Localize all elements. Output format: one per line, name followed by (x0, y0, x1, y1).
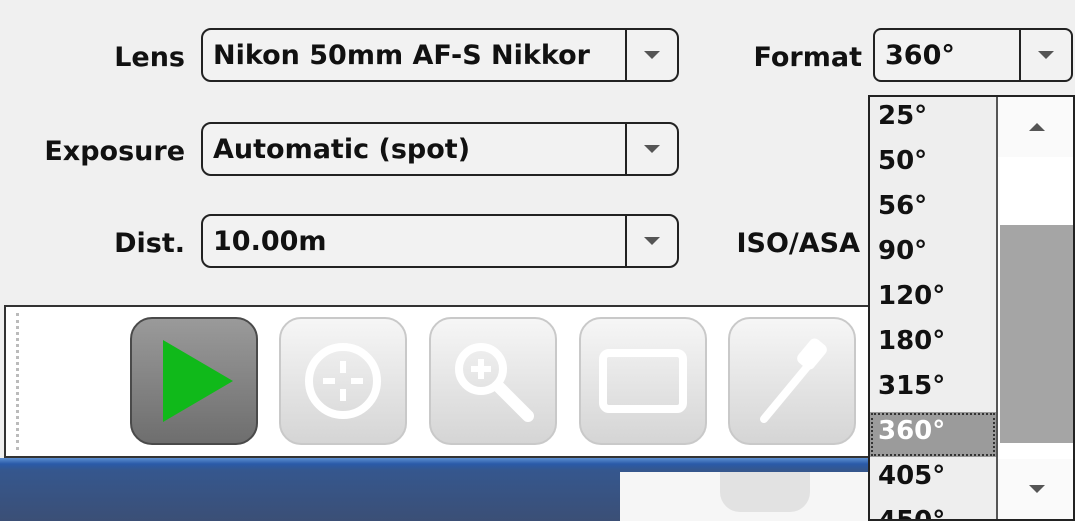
chevron-down-icon (1038, 51, 1054, 59)
chevron-down-icon (644, 51, 660, 59)
list-item-selected[interactable]: 360° (870, 412, 996, 457)
chevron-down-icon (644, 145, 660, 153)
scrollbar[interactable] (996, 97, 1073, 519)
eyedropper-button[interactable] (728, 317, 856, 445)
distance-label: Dist. (114, 228, 185, 259)
scroll-down-button[interactable] (998, 459, 1073, 519)
zoom-in-icon (455, 343, 534, 422)
list-item[interactable]: 25° (870, 97, 996, 142)
frame-icon (599, 349, 687, 413)
frame-button[interactable] (579, 317, 707, 445)
list-item[interactable]: 56° (870, 187, 996, 232)
crosshair-icon (305, 343, 381, 419)
distance-value: 10.00m (213, 226, 327, 257)
scrollbar-thumb[interactable] (1000, 225, 1073, 443)
list-item[interactable]: 450° (870, 502, 996, 519)
exposure-label: Exposure (44, 136, 185, 167)
list-item[interactable]: 180° (870, 322, 996, 367)
format-dropdown-list: 25° 50° 56° 90° 120° 180° 315° 360° 405°… (868, 95, 1075, 521)
play-button[interactable] (130, 317, 258, 445)
list-item[interactable]: 405° (870, 457, 996, 502)
list-item[interactable]: 120° (870, 277, 996, 322)
exposure-select[interactable]: Automatic (spot) (201, 122, 679, 176)
play-icon (163, 340, 233, 422)
lens-value: Nikon 50mm AF-S Nikkor (213, 40, 590, 71)
exposure-value: Automatic (spot) (213, 134, 471, 165)
crosshair-button[interactable] (279, 317, 407, 445)
zoom-button[interactable] (429, 317, 557, 445)
chevron-up-icon (1028, 123, 1045, 131)
toolbar-grip[interactable] (16, 313, 19, 450)
list-item[interactable]: 50° (870, 142, 996, 187)
format-label: Format (753, 42, 862, 73)
format-value: 360° (885, 40, 955, 71)
lens-select[interactable]: Nikon 50mm AF-S Nikkor (201, 28, 679, 82)
list-item[interactable]: 90° (870, 232, 996, 277)
format-select[interactable]: 360° (873, 28, 1073, 82)
taskbar-window-thumbnail (720, 472, 810, 512)
format-options: 25° 50° 56° 90° 120° 180° 315° 360° 405°… (870, 97, 996, 519)
lens-dropdown-button[interactable] (625, 30, 677, 80)
lens-label: Lens (114, 42, 185, 73)
format-dropdown-button[interactable] (1019, 30, 1071, 80)
exposure-dropdown-button[interactable] (625, 124, 677, 174)
list-item[interactable]: 315° (870, 367, 996, 412)
chevron-down-icon (644, 237, 660, 245)
eyedropper-icon (760, 338, 827, 423)
scroll-up-button[interactable] (998, 97, 1073, 157)
distance-dropdown-button[interactable] (625, 216, 677, 266)
chevron-down-icon (1028, 485, 1045, 493)
iso-label: ISO/ASA (736, 228, 860, 259)
distance-select[interactable]: 10.00m (201, 214, 679, 268)
